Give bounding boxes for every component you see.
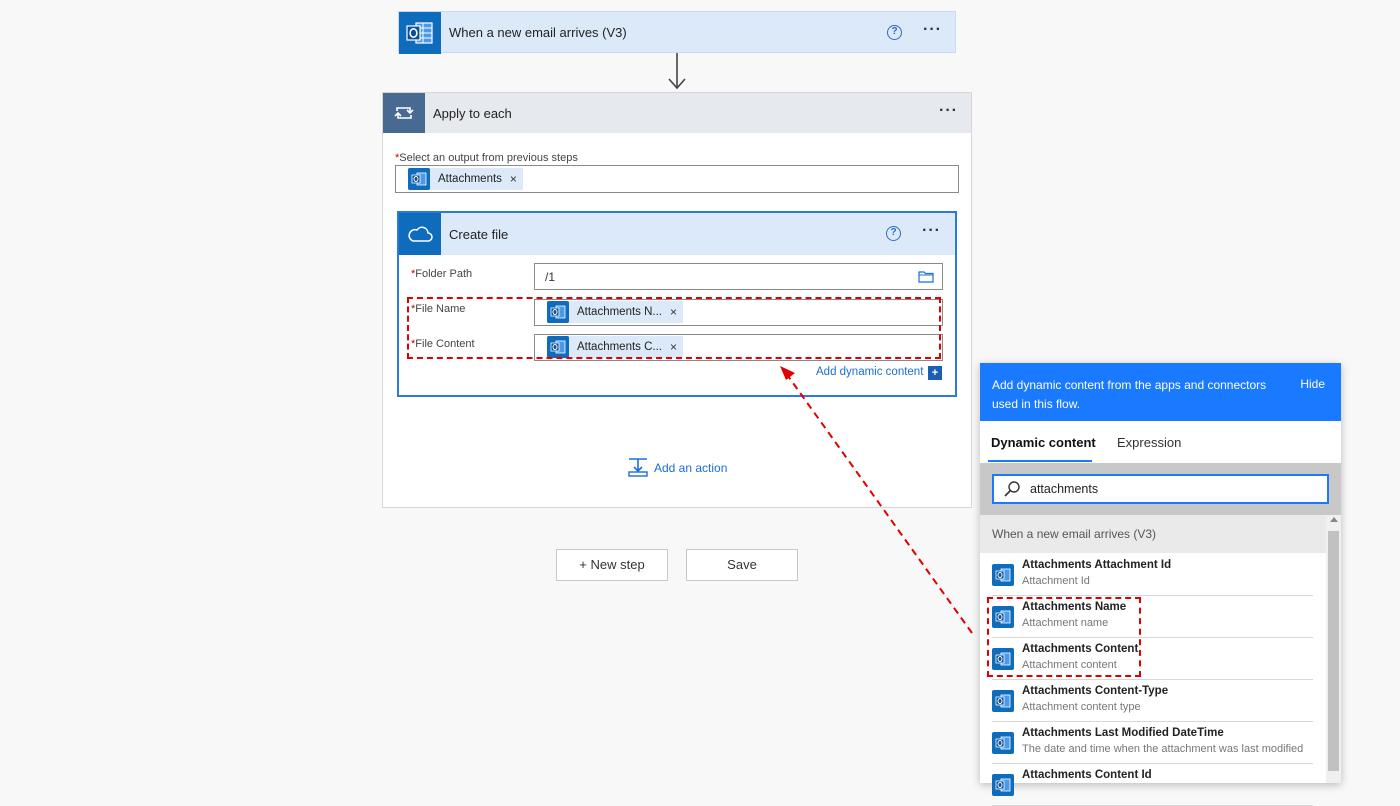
tab-dynamic-content[interactable]: Dynamic content xyxy=(991,435,1096,450)
item-description: Attachment Id xyxy=(1022,575,1090,587)
create-file-header[interactable]: Create file ? ··· xyxy=(399,213,955,255)
dynamic-content-panel: Add dynamic content from the apps and co… xyxy=(980,363,1341,806)
add-action-icon[interactable] xyxy=(628,457,648,477)
trigger-title: When a new email arrives (V3) xyxy=(449,25,627,40)
tab-expression[interactable]: Expression xyxy=(1117,435,1181,450)
create-file-title: Create file xyxy=(449,227,509,242)
item-description: Attachment content type xyxy=(1022,701,1141,713)
outlook-icon xyxy=(992,690,1014,712)
token-label: Attachments xyxy=(438,173,502,185)
folder-icon[interactable] xyxy=(918,270,934,283)
panel-tabs: Dynamic content Expression xyxy=(980,421,1341,463)
folder-path-label-text: Folder Path xyxy=(415,268,473,280)
panel-description: Add dynamic content from the apps and co… xyxy=(992,378,1267,411)
outlook-icon xyxy=(992,732,1014,754)
attachments-token[interactable]: Attachments × xyxy=(408,168,523,190)
more-options-icon[interactable]: ··· xyxy=(939,102,958,120)
active-tab-indicator xyxy=(988,460,1092,462)
search-input[interactable] xyxy=(992,474,1329,504)
output-field-label: *Select an output from previous steps xyxy=(395,152,578,164)
remove-token-icon[interactable]: × xyxy=(510,172,517,186)
item-description: The date and time when the attachment wa… xyxy=(1022,743,1304,755)
panel-header: Add dynamic content from the apps and co… xyxy=(980,363,1341,421)
outlook-icon xyxy=(399,12,441,54)
more-options-icon[interactable]: ··· xyxy=(923,21,942,39)
more-options-icon[interactable]: ··· xyxy=(922,222,941,240)
output-label-text: Select an output from previous steps xyxy=(399,152,578,164)
apply-to-each-header[interactable]: Apply to each ··· xyxy=(383,93,971,133)
loop-icon xyxy=(383,93,425,133)
highlight-box xyxy=(407,297,941,359)
scroll-up-icon[interactable] xyxy=(1330,517,1338,522)
highlight-box xyxy=(987,597,1141,677)
help-icon[interactable]: ? xyxy=(886,226,901,241)
list-item[interactable]: Attachments Last Modified DateTime The da… xyxy=(992,722,1313,764)
folder-path-value: /1 xyxy=(545,270,556,284)
add-action-link[interactable]: Add an action xyxy=(654,461,727,475)
group-header[interactable]: When a new email arrives (V3) xyxy=(980,515,1326,553)
outlook-icon xyxy=(408,168,430,190)
search-area xyxy=(980,463,1341,515)
scrollbar-thumb[interactable] xyxy=(1328,531,1339,771)
item-name: Attachments Content-Type xyxy=(1022,685,1169,697)
list-item[interactable]: Attachments Content Id xyxy=(992,764,1313,806)
hide-button[interactable]: Hide xyxy=(1300,377,1325,391)
flow-arrow-icon xyxy=(668,53,686,90)
trigger-card[interactable]: When a new email arrives (V3) ? ··· xyxy=(398,11,956,54)
folder-path-label: *Folder Path xyxy=(411,268,472,280)
onedrive-cloud-icon xyxy=(399,213,441,255)
new-step-button[interactable]: + New step xyxy=(556,549,668,581)
help-icon[interactable]: ? xyxy=(887,25,902,40)
item-name: Attachments Last Modified DateTime xyxy=(1022,727,1224,739)
list-item[interactable]: Attachments Content-Type Attachment conte… xyxy=(992,680,1313,722)
folder-path-input[interactable]: /1 xyxy=(534,263,943,290)
outlook-icon xyxy=(992,774,1014,796)
apply-to-each-title: Apply to each xyxy=(433,106,512,121)
item-name: Attachments Content Id xyxy=(1022,769,1152,781)
save-button[interactable]: Save xyxy=(686,549,798,581)
add-dynamic-content-link[interactable]: Add dynamic content xyxy=(816,366,923,378)
list-item[interactable]: Attachments Attachment Id Attachment Id xyxy=(992,554,1313,596)
search-icon xyxy=(1004,481,1020,497)
group-title: When a new email arrives (V3) xyxy=(992,527,1157,541)
item-name: Attachments Attachment Id xyxy=(1022,559,1172,571)
outlook-icon xyxy=(992,564,1014,586)
output-input[interactable]: Attachments × xyxy=(395,165,959,193)
add-dynamic-content-icon[interactable]: + xyxy=(928,366,942,380)
